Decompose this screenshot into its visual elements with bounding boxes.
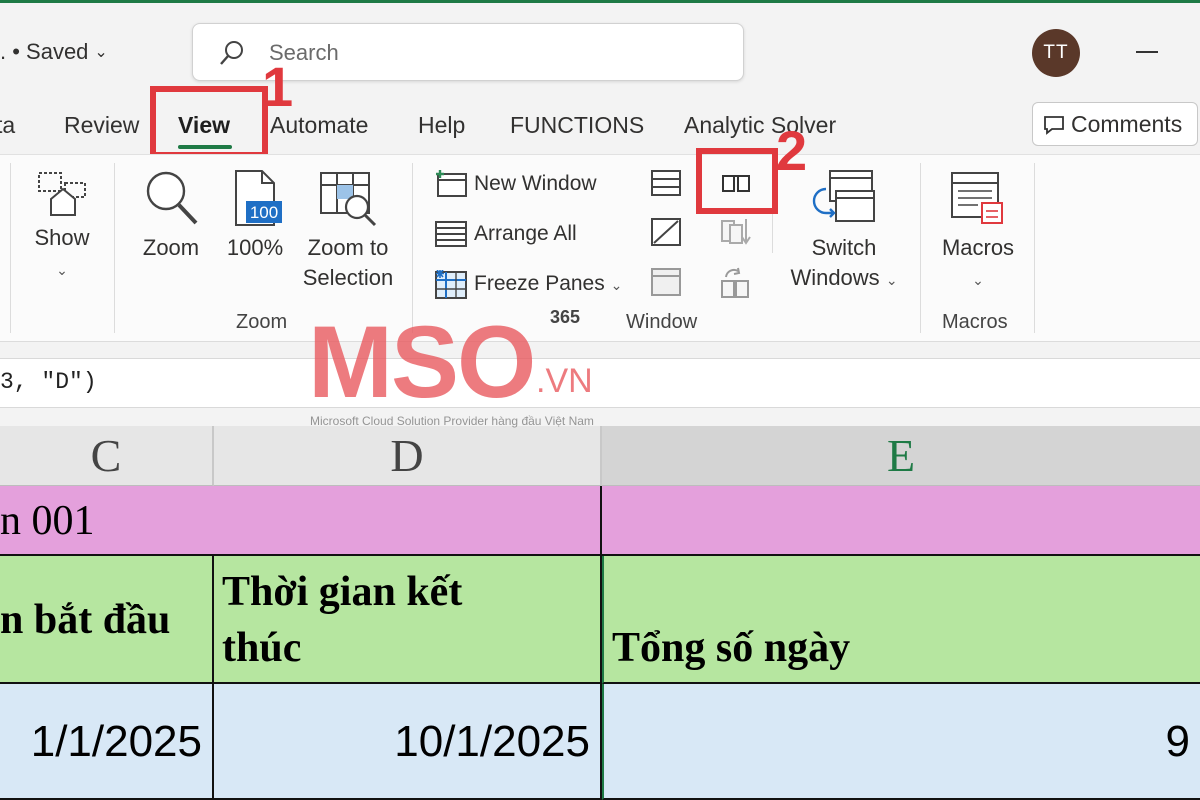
zoom-to-selection-label-2: Selection bbox=[302, 265, 394, 290]
column-header-d[interactable]: D bbox=[214, 426, 602, 486]
watermark-logo: MSO bbox=[308, 305, 536, 419]
avatar[interactable]: TT bbox=[1032, 29, 1080, 77]
ribbon-separator bbox=[1034, 163, 1035, 333]
zoom-to-selection-icon bbox=[320, 172, 377, 227]
chevron-down-icon: ⌄ bbox=[94, 44, 108, 61]
zoom-100-badge: 100 bbox=[250, 203, 278, 222]
column-header-e[interactable]: E bbox=[602, 426, 1200, 486]
synchronous-scrolling-icon[interactable] bbox=[718, 217, 752, 247]
switch-windows-button[interactable]: Switch Windows ⌄ bbox=[786, 167, 902, 295]
switch-windows-label-2: Windows bbox=[790, 265, 880, 290]
show-button[interactable]: Show ⌄ bbox=[28, 167, 96, 285]
zoom-to-selection-button[interactable]: Zoom to Selection bbox=[300, 167, 396, 293]
ribbon-separator bbox=[114, 163, 115, 333]
show-label: Show bbox=[34, 225, 90, 250]
cell-e-title[interactable] bbox=[602, 486, 1200, 556]
zoom-button[interactable]: Zoom bbox=[136, 167, 206, 263]
chevron-down-icon: ⌄ bbox=[972, 272, 984, 288]
header-cell-total-days[interactable]: Tổng số ngày bbox=[602, 556, 1200, 684]
search-input[interactable] bbox=[269, 38, 709, 68]
annotation-box-2 bbox=[696, 148, 778, 214]
total-days-value: 9 bbox=[1165, 717, 1190, 766]
freeze-panes-icon bbox=[435, 270, 467, 299]
tab-review[interactable]: Review bbox=[64, 112, 139, 139]
annotation-number-2: 2 bbox=[776, 119, 808, 182]
watermark-tagline: Microsoft Cloud Solution Provider hàng đ… bbox=[310, 414, 594, 428]
save-status[interactable]: . • Saved ⌄ bbox=[0, 39, 108, 65]
title-cell-text: n 001 bbox=[0, 498, 95, 544]
arrange-all-button[interactable]: Arrange All bbox=[434, 217, 577, 251]
group-label-window: Window bbox=[626, 311, 698, 333]
save-status-label: . • Saved bbox=[0, 39, 89, 64]
group-label-macros: Macros bbox=[942, 311, 1008, 333]
ribbon-separator bbox=[10, 163, 11, 333]
freeze-panes-button[interactable]: Freeze Panes ⌄ bbox=[434, 267, 622, 301]
hide-window-icon[interactable] bbox=[650, 217, 682, 247]
header-start-date-text: n bắt đầu bbox=[0, 597, 171, 643]
split-icon[interactable] bbox=[650, 169, 682, 197]
cell-end-date[interactable]: 10/1/2025 bbox=[214, 684, 602, 800]
arrange-all-icon bbox=[435, 221, 467, 247]
tab-help[interactable]: Help bbox=[418, 112, 465, 139]
freeze-panes-label: Freeze Panes bbox=[474, 272, 605, 295]
formula-text[interactable]: 3, "D") bbox=[0, 369, 97, 395]
group-label-zoom: Zoom bbox=[236, 311, 288, 333]
ribbon-separator bbox=[920, 163, 921, 333]
zoom-label: Zoom bbox=[142, 235, 200, 260]
reset-window-position-icon[interactable] bbox=[718, 267, 752, 299]
tab-data[interactable]: ta bbox=[0, 112, 15, 139]
comment-icon bbox=[1044, 116, 1064, 135]
annotation-number-1: 1 bbox=[262, 55, 294, 118]
minimize-icon[interactable] bbox=[1136, 51, 1158, 53]
header-cell-end-date[interactable]: Thời gian kết thúc bbox=[214, 556, 602, 684]
zoom-100-icon: 100 bbox=[235, 170, 282, 226]
watermark: MSO .VN Microsoft Cloud Solution Provide… bbox=[300, 305, 630, 432]
tab-analytic-solver[interactable]: Analytic Solver bbox=[684, 112, 836, 139]
arrange-all-label: Arrange All bbox=[474, 222, 577, 245]
start-date-value: 1/1/2025 bbox=[30, 717, 202, 766]
comments-label: Comments bbox=[1071, 111, 1183, 137]
switch-windows-icon bbox=[812, 170, 875, 222]
zoom-100-label: 100% bbox=[226, 235, 284, 260]
annotation-box-1 bbox=[150, 86, 268, 158]
chevron-down-icon: ⌄ bbox=[610, 277, 623, 293]
new-window-button[interactable]: New Window bbox=[434, 167, 597, 201]
new-window-icon bbox=[436, 170, 467, 197]
unhide-window-icon[interactable] bbox=[650, 267, 682, 297]
search-icon bbox=[220, 41, 243, 65]
column-header-c[interactable]: C bbox=[0, 426, 214, 486]
cell-total-days[interactable]: 9 bbox=[602, 684, 1200, 800]
new-window-label: New Window bbox=[474, 172, 597, 195]
zoom-to-selection-label-1: Zoom to bbox=[307, 235, 389, 260]
header-end-date-line1: Thời gian kết bbox=[222, 569, 463, 615]
end-date-value: 10/1/2025 bbox=[394, 717, 590, 766]
macros-button[interactable]: Macros ⌄ bbox=[936, 167, 1020, 295]
chevron-down-icon: ⌄ bbox=[885, 272, 898, 288]
show-icon bbox=[38, 172, 86, 216]
header-cell-start-date[interactable]: n bắt đầu bbox=[0, 556, 214, 684]
watermark-domain: .VN bbox=[536, 362, 593, 400]
macros-label: Macros bbox=[941, 235, 1015, 260]
tab-functions[interactable]: FUNCTIONS bbox=[510, 112, 644, 139]
comments-button[interactable]: Comments bbox=[1032, 102, 1198, 146]
title-bar: . • Saved ⌄ TT bbox=[0, 0, 1200, 96]
header-end-date-line2: thúc bbox=[222, 625, 302, 671]
header-total-days-text: Tổng số ngày bbox=[612, 625, 851, 671]
switch-windows-label-1: Switch bbox=[811, 235, 877, 260]
merged-title-cell[interactable]: n 001 bbox=[0, 486, 602, 556]
chevron-down-icon: ⌄ bbox=[56, 262, 68, 278]
macros-icon bbox=[951, 172, 1003, 224]
cell-start-date[interactable]: 1/1/2025 bbox=[0, 684, 214, 800]
magnifier-icon bbox=[146, 171, 198, 225]
zoom-100-button[interactable]: 100 100% bbox=[222, 167, 288, 263]
